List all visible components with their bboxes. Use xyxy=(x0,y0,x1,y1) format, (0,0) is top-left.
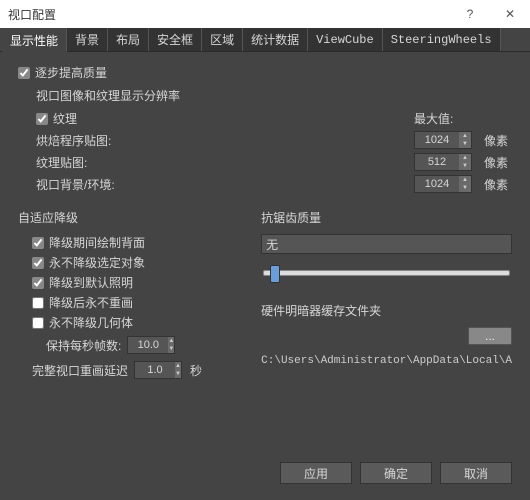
close-button[interactable]: ✕ xyxy=(490,0,530,28)
adaptive-opt-4-label: 永不降级几何体 xyxy=(49,314,133,331)
adaptive-opt-4[interactable] xyxy=(32,317,44,329)
question-icon: ? xyxy=(467,7,474,21)
help-button[interactable]: ? xyxy=(450,0,490,28)
tab-safeframe[interactable]: 安全框 xyxy=(149,28,202,51)
texture-maps-label: 纹理贴图: xyxy=(36,154,414,171)
spin-down-icon[interactable]: ▼ xyxy=(459,140,471,148)
delay-input[interactable] xyxy=(135,362,175,378)
ellipsis-icon: ... xyxy=(485,329,495,343)
progressive-label: 逐步提高质量 xyxy=(35,64,107,81)
antialias-title: 抗锯齿质量 xyxy=(261,209,512,226)
tab-display-performance[interactable]: 显示性能 xyxy=(2,29,67,52)
spin-down-icon[interactable]: ▼ xyxy=(168,345,174,353)
baked-maps-input[interactable] xyxy=(415,132,459,148)
fps-spinner[interactable]: ▲▼ xyxy=(127,336,175,354)
texture-checkbox[interactable] xyxy=(36,113,48,125)
cache-title: 硬件明暗器缓存文件夹 xyxy=(261,302,512,319)
slider-thumb[interactable] xyxy=(270,265,280,283)
tab-bar: 显示性能 背景 布局 安全框 区域 统计数据 ViewCube Steering… xyxy=(0,28,530,52)
apply-button[interactable]: 应用 xyxy=(280,462,352,484)
viewport-bg-input[interactable] xyxy=(415,176,459,192)
delay-label: 完整视口重画延迟 xyxy=(32,362,128,379)
fps-input[interactable] xyxy=(128,337,168,353)
adaptive-opt-0[interactable] xyxy=(32,237,44,249)
texture-label: 纹理 xyxy=(53,110,77,127)
fps-label: 保持每秒帧数: xyxy=(46,337,121,354)
cache-path: C:\Users\Administrator\AppData\Local\A xyxy=(261,355,512,367)
spin-up-icon[interactable]: ▲ xyxy=(175,362,181,370)
adaptive-opt-1[interactable] xyxy=(32,257,44,269)
spin-up-icon[interactable]: ▲ xyxy=(459,176,471,184)
spin-down-icon[interactable]: ▼ xyxy=(459,184,471,192)
browse-button[interactable]: ... xyxy=(468,327,512,345)
adaptive-opt-3[interactable] xyxy=(32,297,44,309)
viewport-bg-label: 视口背景/环境: xyxy=(36,176,414,193)
spin-up-icon[interactable]: ▲ xyxy=(459,132,471,140)
resolution-section-label: 视口图像和纹理显示分辨率 xyxy=(36,87,512,104)
delay-spinner[interactable]: ▲▼ xyxy=(134,361,182,379)
antialias-combo[interactable] xyxy=(261,234,512,254)
tab-regions[interactable]: 区域 xyxy=(202,28,243,51)
close-icon: ✕ xyxy=(505,7,515,21)
window-title: 视口配置 xyxy=(8,6,450,23)
tab-viewcube[interactable]: ViewCube xyxy=(308,28,383,51)
adaptive-opt-0-label: 降级期间绘制背面 xyxy=(49,234,145,251)
spin-up-icon[interactable]: ▲ xyxy=(168,337,174,345)
titlebar: 视口配置 ? ✕ xyxy=(0,0,530,28)
delay-unit: 秒 xyxy=(190,362,202,379)
texture-maps-spinner[interactable]: ▲▼ xyxy=(414,153,472,171)
spin-down-icon[interactable]: ▼ xyxy=(459,162,471,170)
ok-button[interactable]: 确定 xyxy=(360,462,432,484)
max-value-header: 最大值: xyxy=(414,110,476,127)
antialias-slider[interactable] xyxy=(263,270,510,276)
tab-background[interactable]: 背景 xyxy=(67,28,108,51)
adaptive-opt-2-label: 降级到默认照明 xyxy=(49,274,133,291)
unit-label: 像素 xyxy=(484,154,512,171)
unit-label: 像素 xyxy=(484,132,512,149)
adaptive-opt-3-label: 降级后永不重画 xyxy=(49,294,133,311)
progressive-checkbox[interactable] xyxy=(18,67,30,79)
unit-label: 像素 xyxy=(484,176,512,193)
baked-maps-spinner[interactable]: ▲▼ xyxy=(414,131,472,149)
spin-down-icon[interactable]: ▼ xyxy=(175,370,181,378)
tab-steeringwheels[interactable]: SteeringWheels xyxy=(383,28,501,51)
cancel-button[interactable]: 取消 xyxy=(440,462,512,484)
adaptive-title: 自适应降级 xyxy=(18,209,241,226)
tab-layout[interactable]: 布局 xyxy=(108,28,149,51)
adaptive-opt-1-label: 永不降级选定对象 xyxy=(49,254,145,271)
tab-statistics[interactable]: 统计数据 xyxy=(243,28,308,51)
baked-maps-label: 烘焙程序贴图: xyxy=(36,132,414,149)
texture-maps-input[interactable] xyxy=(415,154,459,170)
viewport-bg-spinner[interactable]: ▲▼ xyxy=(414,175,472,193)
spin-up-icon[interactable]: ▲ xyxy=(459,154,471,162)
adaptive-opt-2[interactable] xyxy=(32,277,44,289)
